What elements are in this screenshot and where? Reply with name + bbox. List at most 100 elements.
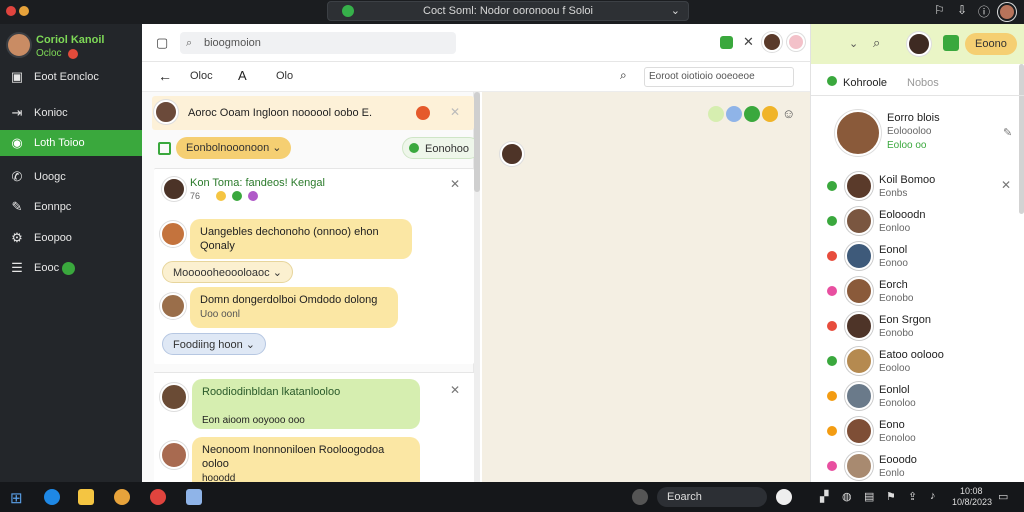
contact-item[interactable]: Eonol Eonoo xyxy=(811,240,1024,274)
close-icon[interactable]: ✕ xyxy=(1001,178,1011,192)
avatar[interactable] xyxy=(787,33,805,51)
reaction-icon[interactable] xyxy=(762,106,778,122)
contact-name: Eonlol xyxy=(879,384,910,396)
contact-item[interactable]: Eatoo oolooo Eooloo xyxy=(811,345,1024,379)
nav-item-tool[interactable]: ✎ Eonnpc xyxy=(0,194,142,220)
avatar xyxy=(845,312,873,340)
volume-icon[interactable]: ♪ xyxy=(930,490,936,502)
clock-date[interactable]: 10/8/2023 xyxy=(952,497,992,507)
tray-icon[interactable]: ▤ xyxy=(864,490,874,503)
window-title: Coct Soml: Nodor ooronoou f Soloi xyxy=(423,5,593,17)
contact-item[interactable]: Eon Srgon Eonobo xyxy=(811,310,1024,344)
avatar[interactable] xyxy=(762,32,782,52)
scrollbar-thumb[interactable] xyxy=(474,92,480,192)
app-icon[interactable] xyxy=(186,489,202,505)
info-icon[interactable]: ⓘ xyxy=(978,3,990,20)
notification-banner[interactable]: Aoroc Ooam Ingloon noooool oobo E. ✕ xyxy=(152,96,474,130)
avatar xyxy=(154,100,178,124)
window-icon: ▣ xyxy=(10,69,24,84)
window-icon[interactable]: ▢ xyxy=(156,35,168,51)
tab-notes[interactable]: Nobos xyxy=(907,77,939,89)
message-bubble[interactable]: Roodiodinbldan lkatanlooloo Eon aioom oo… xyxy=(192,379,420,429)
edit-icon[interactable]: ✎ xyxy=(1003,126,1012,139)
back-arrow-icon[interactable]: ← xyxy=(158,68,172,84)
chevron-down-icon[interactable]: ⌄ xyxy=(671,2,680,20)
nav-item-exit[interactable]: ⇥ Konioc xyxy=(0,100,142,126)
chat-card[interactable]: Kon Toma: fandeos! Kengal 76 ✕ Uangebles… xyxy=(154,168,474,364)
tab-contacts[interactable]: Kohroole xyxy=(843,77,887,89)
status-dot-icon xyxy=(827,321,837,331)
chat-list: Aoroc Ooam Ingloon noooool oobo E. ✕ Eon… xyxy=(142,92,481,492)
edit-icon[interactable] xyxy=(158,142,171,155)
taskbar-search-input[interactable]: Eoarch xyxy=(657,487,767,507)
close-icon[interactable]: ✕ xyxy=(450,383,460,397)
tray-icon[interactable]: ⚑ xyxy=(886,490,896,503)
window-title-bar[interactable]: Coct Soml: Nodor ooronoou f Soloi ⌄ xyxy=(327,1,689,21)
chat-list-scrollbar[interactable] xyxy=(474,92,480,482)
chevron-icon[interactable]: ⌄ xyxy=(849,37,858,50)
close-icon[interactable]: ✕ xyxy=(743,34,754,50)
conversation-search-input[interactable]: Eoroot oiotioio ooeoeoe xyxy=(644,67,794,87)
chrome-icon[interactable] xyxy=(114,489,130,505)
reaction-icon[interactable] xyxy=(708,106,724,122)
phone-icon: ✆ xyxy=(11,169,23,184)
check-icon[interactable] xyxy=(720,36,733,49)
avatar[interactable] xyxy=(907,32,931,56)
tray-icon[interactable]: ▞ xyxy=(820,490,828,503)
message-bubble[interactable]: Domn dongerdolboi Omdodo dolong Uoo oonl xyxy=(190,287,398,328)
search-icon[interactable]: ⌕ xyxy=(620,68,627,83)
notification-icon[interactable]: ▭ xyxy=(998,490,1008,503)
account-avatar[interactable] xyxy=(998,3,1016,21)
avatar xyxy=(845,417,873,445)
nav-item-list[interactable]: ☰ Eooc xyxy=(0,255,142,281)
contact-item[interactable]: Eooodo Eonlo xyxy=(811,450,1024,484)
filter-pill-secondary[interactable]: Eonohoo xyxy=(402,137,481,159)
tag-pill[interactable]: Foodiing hoon ⌄ xyxy=(162,333,267,355)
reaction-icon[interactable] xyxy=(726,106,742,122)
font-icon[interactable]: A xyxy=(238,68,247,83)
browser-icon[interactable] xyxy=(44,489,60,505)
folder-icon[interactable] xyxy=(78,489,94,505)
reaction-icon[interactable] xyxy=(744,106,760,122)
tab-1[interactable]: Oloc xyxy=(190,70,213,82)
record-icon[interactable] xyxy=(150,489,166,505)
user-profile[interactable]: Coriol Kanoil Ocloc xyxy=(6,32,136,66)
message-bubble[interactable]: Uangebles dechonoho (onnoo) ehon Qonaly xyxy=(190,219,412,259)
contact-item[interactable]: Eorch Eonobo xyxy=(811,275,1024,309)
search-icon[interactable]: ⌕ xyxy=(873,35,880,51)
tray-icon[interactable]: ◍ xyxy=(842,490,852,503)
tag-pill[interactable]: Moooooheoooloaoc ⌄ xyxy=(162,261,293,283)
filter-pill[interactable]: Eonbolnooonoon ⌄ xyxy=(176,137,292,159)
close-icon[interactable]: ✕ xyxy=(450,177,460,191)
contact-item[interactable]: Eonlol Eonoloo xyxy=(811,380,1024,414)
contact-header[interactable]: Eorro blois Eoloooloo Eoloo oo ✎ xyxy=(811,106,1024,166)
start-icon[interactable]: ⊞ xyxy=(10,489,23,507)
assistant-icon[interactable] xyxy=(776,489,792,505)
nav-item-gear[interactable]: ⚙ Eoopoo xyxy=(0,225,142,251)
nav-item-phone[interactable]: ✆ Uoogc xyxy=(0,164,142,190)
conversation-area[interactable]: ☺ xyxy=(482,92,810,482)
nav-item-window[interactable]: ▣ Eoot Eoncloc xyxy=(0,64,142,90)
close-icon[interactable]: ✕ xyxy=(450,105,460,119)
app-logo-icon xyxy=(342,5,354,17)
nav-item-chat[interactable]: ◉ Loth Toioo xyxy=(0,130,142,156)
contact-item[interactable]: Eono Eonoloo xyxy=(811,415,1024,449)
user-icon[interactable]: ⚐ xyxy=(934,3,945,17)
status-dot-icon xyxy=(827,251,837,261)
tray-icon[interactable]: ⇪ xyxy=(908,490,917,503)
window-dot-red-icon[interactable] xyxy=(6,6,16,16)
contact-item[interactable]: Koil Bomoo Eonbs ✕ xyxy=(811,170,1024,204)
smile-icon[interactable]: ☺ xyxy=(782,106,795,121)
main-toolbar: ▢ ⌕ bioogmoion ✕ xyxy=(142,24,810,62)
chat-card[interactable]: Roodiodinbldan lkatanlooloo Eon aioom oo… xyxy=(154,372,474,492)
search-input[interactable]: ⌕ bioogmoion xyxy=(180,32,456,54)
settings-icon[interactable] xyxy=(632,489,648,505)
app-tile-icon[interactable] xyxy=(943,35,959,51)
window-dot-yellow-icon[interactable] xyxy=(19,6,29,16)
download-icon[interactable]: ⇩ xyxy=(957,3,967,17)
clock-time[interactable]: 10:08 xyxy=(960,486,983,496)
gear-icon: ⚙ xyxy=(11,230,23,245)
top-action-button[interactable]: Eoono xyxy=(965,33,1017,55)
tab-2[interactable]: Olo xyxy=(276,70,293,82)
contact-item[interactable]: Eolooodn Eonloo xyxy=(811,205,1024,239)
